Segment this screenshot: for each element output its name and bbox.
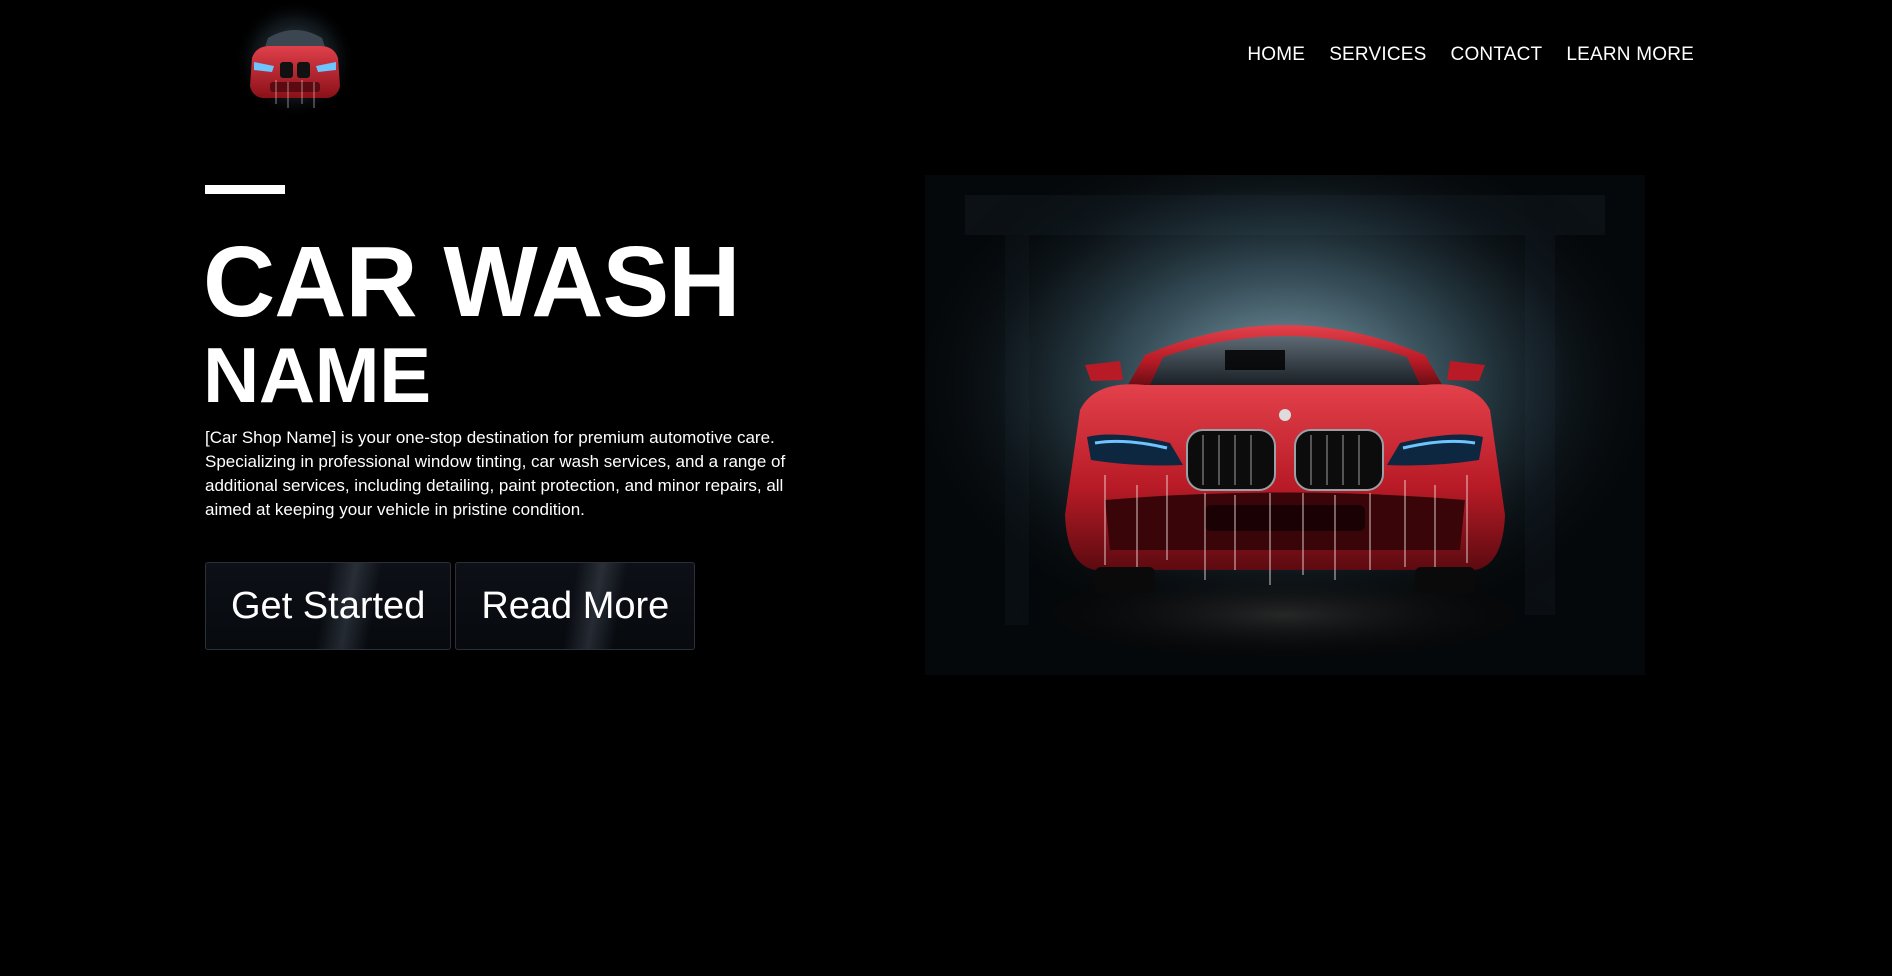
hero-car-image — [905, 175, 1665, 695]
nav-home[interactable]: HOME — [1247, 44, 1305, 66]
logo[interactable] — [230, 0, 360, 118]
hero-title-line2: NAME — [203, 331, 431, 419]
accent-bar — [205, 185, 285, 194]
get-started-button[interactable]: Get Started — [205, 562, 452, 650]
red-car-logo-icon — [235, 0, 355, 118]
hero-title-line1: CAR WASH — [203, 226, 740, 338]
hero-description: [Car Shop Name] is your one-stop destina… — [205, 428, 786, 519]
main-nav: HOME SERVICES CONTACT LEARN MORE — [1247, 44, 1694, 66]
hero-buttons: Get Started Read More — [205, 562, 696, 650]
red-car-in-wash-image-icon — [925, 175, 1645, 675]
landing-page: HOME SERVICES CONTACT LEARN MORE CAR WAS… — [0, 0, 1892, 976]
nav-services[interactable]: SERVICES — [1329, 44, 1426, 66]
nav-learn-more[interactable]: LEARN MORE — [1566, 44, 1694, 66]
read-more-button[interactable]: Read More — [455, 562, 696, 650]
nav-contact[interactable]: CONTACT — [1451, 44, 1543, 66]
